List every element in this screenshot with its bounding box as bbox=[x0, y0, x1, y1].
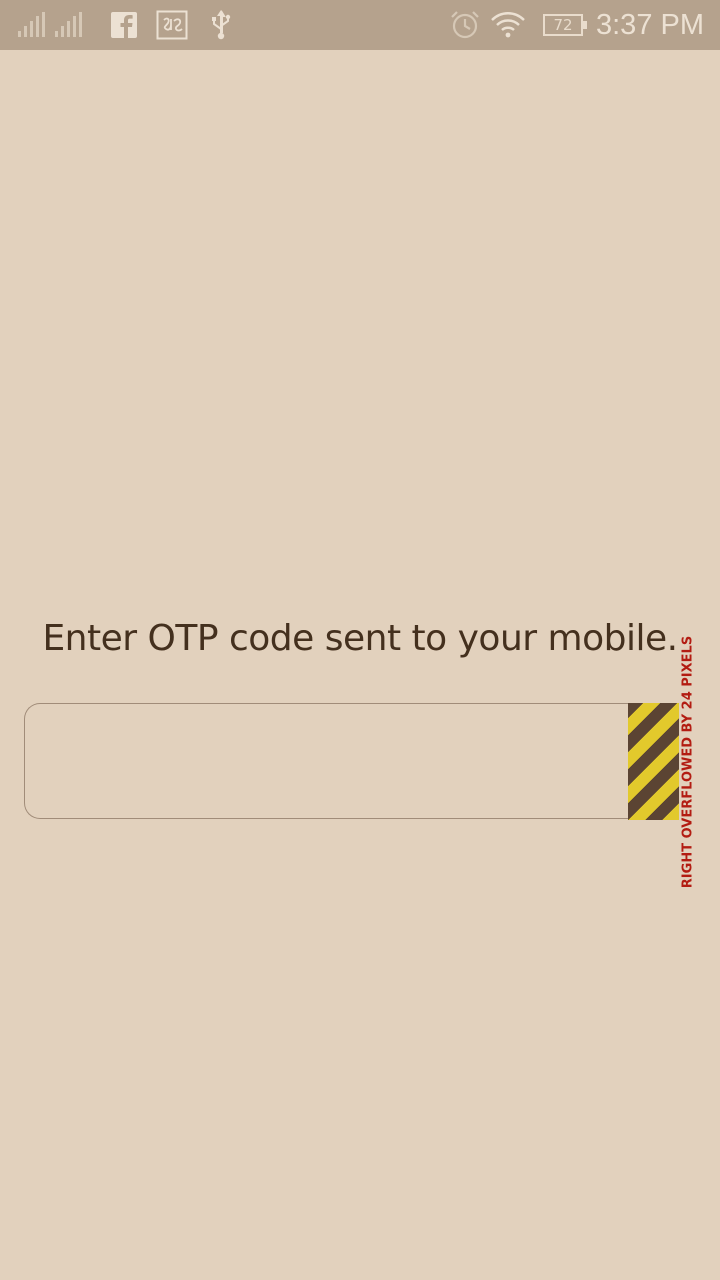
cell-signal-2-icon bbox=[53, 0, 87, 50]
keyboard-lang-icon bbox=[154, 0, 190, 50]
usb-icon bbox=[206, 0, 236, 50]
overflow-indicator bbox=[628, 703, 679, 820]
status-time: 3:37 PM bbox=[596, 9, 704, 41]
otp-input[interactable] bbox=[24, 703, 628, 819]
facebook-icon bbox=[108, 0, 140, 50]
status-bar: 72 3:37 PM bbox=[0, 0, 720, 50]
cell-signal-1-icon bbox=[16, 0, 50, 50]
overflow-warning-label: RIGHT OVERFLOWED BY 24 PIXELS bbox=[680, 635, 696, 889]
battery-level: 72 bbox=[553, 16, 573, 34]
wifi-icon bbox=[488, 0, 528, 50]
alarm-icon bbox=[447, 0, 483, 50]
otp-prompt: Enter OTP code sent to your mobile. bbox=[42, 618, 678, 659]
battery-icon: 72 bbox=[540, 0, 587, 50]
